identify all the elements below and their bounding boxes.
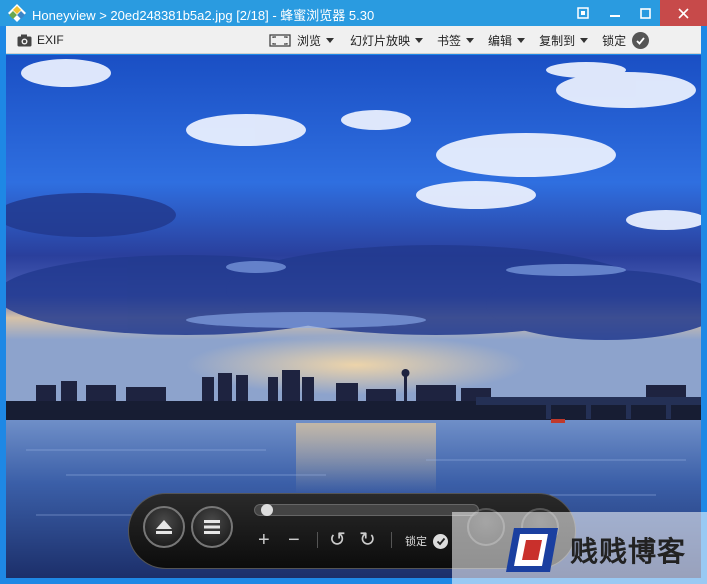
lock-button[interactable]: 锁定 bbox=[597, 26, 654, 54]
zoom-out-icon[interactable]: − bbox=[288, 530, 300, 550]
watermark-text: 贱贱博客 bbox=[570, 535, 687, 568]
slider-thumb[interactable] bbox=[261, 504, 273, 516]
edit-menu[interactable]: 编辑 bbox=[483, 26, 530, 54]
maximize-icon bbox=[639, 7, 651, 19]
pin-icon bbox=[577, 7, 589, 19]
app-window: Honeyview > 20ed248381b5a2.jpg [2/18] - … bbox=[0, 0, 707, 584]
exif-button[interactable]: EXIF bbox=[12, 26, 69, 54]
fullscreen-icon bbox=[269, 33, 291, 47]
rotate-right-icon[interactable]: ↻ bbox=[359, 530, 376, 550]
check-icon bbox=[433, 533, 448, 549]
lock-label: 锁定 bbox=[602, 33, 627, 48]
edit-label: 编辑 bbox=[488, 33, 513, 48]
camera-icon bbox=[17, 34, 32, 46]
eject-icon bbox=[156, 520, 172, 534]
maximize-button[interactable] bbox=[630, 0, 660, 26]
panel-lock-label: 锁定 bbox=[405, 536, 427, 548]
close-icon bbox=[678, 7, 689, 19]
toolbar-menus: 浏览 幻灯片放映 书签 编辑 复制到 锁定 bbox=[264, 26, 654, 54]
check-icon bbox=[632, 31, 650, 49]
chevron-down-icon bbox=[415, 37, 424, 43]
chevron-down-icon bbox=[580, 37, 589, 43]
slideshow-menu[interactable]: 幻灯片放映 bbox=[345, 26, 428, 54]
separator bbox=[391, 532, 392, 548]
watermark-logo-icon bbox=[506, 528, 558, 572]
title-bar[interactable]: Honeyview > 20ed248381b5a2.jpg [2/18] - … bbox=[0, 0, 707, 26]
copy-to-label: 复制到 bbox=[539, 33, 576, 48]
zoom-in-icon[interactable]: + bbox=[258, 530, 270, 550]
chevron-down-icon bbox=[517, 37, 526, 43]
pin-button[interactable] bbox=[566, 0, 600, 26]
rotate-left-icon[interactable]: ↺ bbox=[329, 530, 346, 550]
menu-icon bbox=[204, 520, 220, 534]
honeyview-logo-icon bbox=[8, 4, 26, 22]
browse-label: 浏览 bbox=[297, 33, 322, 48]
copy-to-menu[interactable]: 复制到 bbox=[534, 26, 593, 54]
bookmark-label: 书签 bbox=[437, 33, 462, 48]
exif-label: EXIF bbox=[37, 33, 64, 47]
slideshow-label: 幻灯片放映 bbox=[350, 33, 411, 48]
toolbar: EXIF 浏览 幻灯片放映 书签 编辑 复制到 锁定 bbox=[6, 26, 701, 54]
watermark: 贱贱博客 bbox=[452, 512, 707, 584]
menu-button[interactable] bbox=[191, 506, 233, 548]
minimize-icon bbox=[610, 15, 620, 17]
separator bbox=[317, 532, 318, 548]
image-position-slider[interactable] bbox=[254, 504, 479, 516]
chevron-down-icon bbox=[466, 37, 475, 43]
eject-button[interactable] bbox=[143, 506, 185, 548]
close-button[interactable] bbox=[660, 0, 707, 26]
bookmark-menu[interactable]: 书签 bbox=[432, 26, 479, 54]
browse-menu[interactable]: 浏览 bbox=[264, 26, 339, 54]
window-title: Honeyview > 20ed248381b5a2.jpg [2/18] - … bbox=[32, 8, 375, 23]
panel-lock-toggle[interactable]: 锁定 bbox=[405, 533, 448, 549]
chevron-down-icon bbox=[326, 37, 335, 43]
minimize-button[interactable] bbox=[600, 0, 630, 26]
